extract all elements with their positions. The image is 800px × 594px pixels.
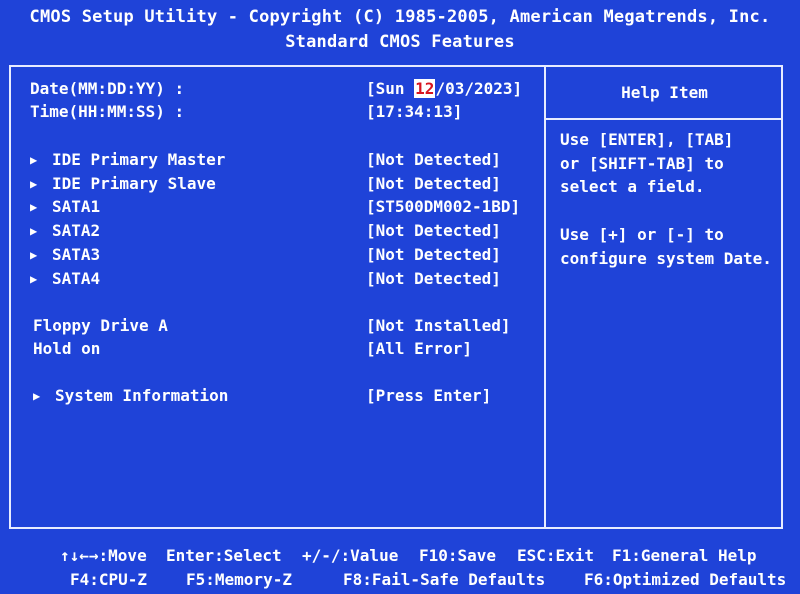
date-value[interactable]: [Sun 12/03/2023] xyxy=(366,79,522,98)
key-hint-general-help: F1:General Help xyxy=(612,546,757,565)
setting-row-floppy[interactable]: Floppy Drive A [Not Installed] xyxy=(0,316,544,338)
sata1-value[interactable]: [ST500DM002-1BD] xyxy=(366,197,520,216)
key-hint-save: F10:Save xyxy=(419,546,497,565)
hold-on-label: Hold on xyxy=(33,339,101,358)
key-hint-fail-safe-defaults: F8:Fail-Safe Defaults xyxy=(343,570,546,589)
key-hint-enter: Enter:Select xyxy=(166,546,282,565)
submenu-arrow-icon: ▶ xyxy=(30,272,38,286)
help-header-divider xyxy=(546,118,783,120)
hold-on-value[interactable]: [All Error] xyxy=(366,339,472,358)
sata3-value[interactable]: [Not Detected] xyxy=(366,245,501,264)
submenu-arrow-icon: ▶ xyxy=(30,177,38,191)
setting-row-time[interactable]: Time(HH:MM:SS) : [17:34:13] xyxy=(0,102,544,124)
help-item-title: Help Item xyxy=(621,83,708,102)
sata2-label: SATA2 xyxy=(52,221,101,240)
date-label: Date(MM:DD:YY) : xyxy=(30,79,185,98)
floppy-label: Floppy Drive A xyxy=(33,316,168,335)
setting-row-sata1[interactable]: ▶ SATA1 [ST500DM002-1BD] xyxy=(0,197,544,219)
submenu-arrow-icon: ▶ xyxy=(30,153,38,167)
setting-row-hold-on[interactable]: Hold on [All Error] xyxy=(0,339,544,361)
ide-primary-slave-label: IDE Primary Slave xyxy=(52,174,216,193)
date-month-selected[interactable]: 12 xyxy=(414,79,436,98)
floppy-value[interactable]: [Not Installed] xyxy=(366,316,511,335)
setting-row-system-information[interactable]: ▶ System Information [Press Enter] xyxy=(0,386,544,408)
date-day-year: /03/2023] xyxy=(435,79,523,98)
help-line-5: configure system Date. xyxy=(560,249,772,268)
key-hint-optimized-defaults: F6:Optimized Defaults xyxy=(584,570,787,589)
setting-row-ide-primary-master[interactable]: ▶ IDE Primary Master [Not Detected] xyxy=(0,150,544,172)
submenu-arrow-icon: ▶ xyxy=(30,248,38,262)
key-hint-move: ↑↓←→:Move xyxy=(60,546,147,565)
setting-row-ide-primary-slave[interactable]: ▶ IDE Primary Slave [Not Detected] xyxy=(0,174,544,196)
help-line-3: select a field. xyxy=(560,177,705,196)
key-hint-cpu-z: F4:CPU-Z xyxy=(70,570,148,589)
key-hint-value: +/-/:Value xyxy=(302,546,399,565)
sata1-label: SATA1 xyxy=(52,197,101,216)
help-line-1: Use [ENTER], [TAB] xyxy=(560,130,734,149)
setting-row-date[interactable]: Date(MM:DD:YY) : [Sun 12/03/2023] xyxy=(0,79,544,101)
sata2-value[interactable]: [Not Detected] xyxy=(366,221,501,240)
sata4-label: SATA4 xyxy=(52,269,101,288)
ide-primary-master-label: IDE Primary Master xyxy=(52,150,226,169)
system-information-label: System Information xyxy=(55,386,229,405)
setting-row-sata4[interactable]: ▶ SATA4 [Not Detected] xyxy=(0,269,544,291)
panel-divider xyxy=(544,65,546,529)
submenu-arrow-icon: ▶ xyxy=(30,200,38,214)
ide-primary-master-value[interactable]: [Not Detected] xyxy=(366,150,501,169)
bios-copyright-title: CMOS Setup Utility - Copyright (C) 1985-… xyxy=(29,7,771,27)
page-title: Standard CMOS Features xyxy=(285,32,515,52)
submenu-arrow-icon: ▶ xyxy=(33,389,41,403)
help-line-4: Use [+] or [-] to xyxy=(560,225,724,244)
sata3-label: SATA3 xyxy=(52,245,101,264)
key-hint-memory-z: F5:Memory-Z xyxy=(186,570,292,589)
setting-row-sata2[interactable]: ▶ SATA2 [Not Detected] xyxy=(0,221,544,243)
key-hint-exit: ESC:Exit xyxy=(517,546,595,565)
help-line-2: or [SHIFT-TAB] to xyxy=(560,154,724,173)
date-weekday: [Sun xyxy=(366,79,415,98)
submenu-arrow-icon: ▶ xyxy=(30,224,38,238)
ide-primary-slave-value[interactable]: [Not Detected] xyxy=(366,174,501,193)
time-value[interactable]: [17:34:13] xyxy=(366,102,462,121)
setting-row-sata3[interactable]: ▶ SATA3 [Not Detected] xyxy=(0,245,544,267)
time-label: Time(HH:MM:SS) : xyxy=(30,102,185,121)
sata4-value[interactable]: [Not Detected] xyxy=(366,269,501,288)
system-information-value[interactable]: [Press Enter] xyxy=(366,386,491,405)
